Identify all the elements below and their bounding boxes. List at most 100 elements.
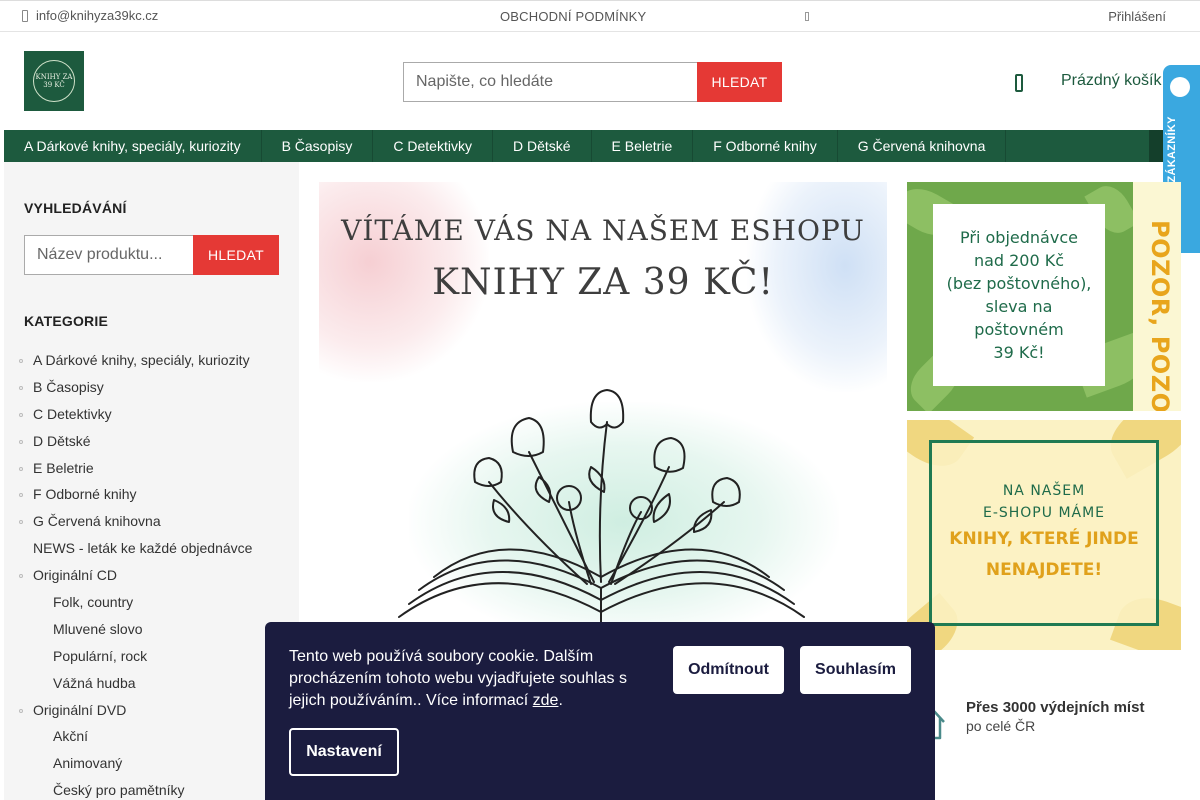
category-item[interactable]: Originální CD [4, 562, 299, 589]
categories-heading: KATEGORIE [24, 313, 108, 329]
category-item[interactable]: Folk, country [4, 589, 299, 616]
cookie-decline-button[interactable]: Odmítnout [673, 646, 784, 694]
search-button[interactable]: HLEDAT [697, 62, 782, 102]
product-search-button[interactable]: HLEDAT [193, 235, 279, 275]
terms-link[interactable]: OBCHODNÍ PODMÍNKY [500, 9, 646, 24]
cart-link[interactable]: Prázdný košík [1061, 72, 1161, 90]
category-bullet-icon [19, 574, 23, 579]
category-item[interactable]: C Detektivky [4, 401, 299, 428]
unique-books-frame: NA NAŠEM E-SHOPU MÁME KNIHY, KTERÉ JINDE… [929, 440, 1159, 626]
category-item[interactable]: NEWS - leták ke každé objednávce [4, 535, 299, 562]
category-label: A Dárkové knihy, speciály, kuriozity [33, 352, 250, 368]
category-item[interactable]: Mluvené slovo [4, 616, 299, 643]
logo-emblem: KNIHY ZA 39 KČ [33, 60, 75, 102]
cookie-consent-bar: Tento web používá soubory cookie. Dalším… [265, 622, 935, 800]
category-item[interactable]: Originální DVD [4, 697, 299, 724]
category-label: G Červená knihovna [33, 513, 161, 530]
cookie-message: Tento web používá soubory cookie. Dalším… [289, 646, 649, 712]
discount-line-4: sleva na [985, 297, 1053, 316]
main-nav: A Dárkové knihy, speciály, kuriozity B Č… [4, 130, 1163, 162]
category-list: A Dárkové knihy, speciály, kuriozity B Ča… [4, 347, 299, 800]
phone-icon [805, 12, 809, 21]
discount-line-5: poštovném [974, 320, 1064, 339]
discount-line-3: (bez poštovného), [946, 274, 1092, 293]
nav-item-nonfiction[interactable]: F Odborné knihy [693, 130, 838, 162]
category-label: Folk, country [53, 594, 134, 611]
category-bullet-icon [19, 493, 23, 498]
category-label: E Beletrie [33, 459, 94, 476]
category-bullet-icon [19, 520, 23, 525]
unique-line-4: NENAJDETE! [985, 560, 1103, 580]
category-label: Akční [53, 728, 89, 745]
category-item[interactable]: B Časopisy [4, 374, 299, 401]
shipping-discount-text: Při objednávce nad 200 Kč (bez poštovnéh… [947, 226, 1092, 364]
nav-item-detective[interactable]: C Detektivky [373, 130, 493, 162]
discount-line-6: 39 Kč! [993, 343, 1045, 362]
shipping-discount-banner[interactable]: Při objednávce nad 200 Kč (bez poštovnéh… [907, 182, 1181, 411]
category-bullet-icon [19, 708, 23, 713]
category-label: C Detektivky [33, 405, 112, 422]
category-item[interactable]: G Červená knihovna [4, 508, 299, 535]
unique-line-3: KNIHY, KTERÉ JINDE [949, 529, 1139, 549]
hero-banner[interactable]: VÍTÁME VÁS NA NAŠEM ESHOPU KNIHY ZA 39 K… [319, 182, 887, 632]
cookie-text: Tento web používá soubory cookie. Dalším… [289, 648, 627, 709]
cookie-accept-button[interactable]: Souhlasím [800, 646, 911, 694]
shipping-discount-card: Při objednávce nad 200 Kč (bez poštovnéh… [933, 204, 1105, 386]
cart-icon[interactable] [1015, 74, 1023, 92]
contact-email[interactable]: info@knihyza39kc.cz [22, 8, 158, 23]
category-item[interactable]: Akční [4, 723, 299, 750]
category-bullet-icon [19, 412, 23, 417]
nav-more[interactable] [1149, 130, 1163, 162]
category-label: Originální CD [33, 567, 118, 584]
category-label: NEWS - leták ke každé objednávce [33, 540, 253, 557]
category-item[interactable]: D Dětské [4, 428, 299, 455]
sidebar-search: HLEDAT [24, 235, 279, 275]
attention-vertical-text: POZOR, POZOR! [1146, 220, 1174, 411]
category-item[interactable]: E Beletrie [4, 455, 299, 482]
unique-books-banner[interactable]: NA NAŠEM E-SHOPU MÁME KNIHY, KTERÉ JINDE… [907, 420, 1181, 650]
unique-line-2: E-SHOPU MÁME [982, 505, 1106, 521]
sidebar: VYHLEDÁVÁNÍ HLEDAT KATEGORIE A Dárkové k… [4, 162, 299, 800]
category-item[interactable]: F Odborné knihy [4, 481, 299, 508]
sidebar-search-heading: VYHLEDÁVÁNÍ [24, 200, 127, 216]
mail-icon [22, 9, 28, 22]
hero-welcome-text: VÍTÁME VÁS NA NAŠEM ESHOPU [341, 214, 865, 247]
category-label: Český pro pamětníky [53, 782, 185, 799]
nav-item-magazines[interactable]: B Časopisy [262, 130, 374, 162]
category-label: Animovaný [53, 755, 123, 772]
category-item[interactable]: A Dárkové knihy, speciály, kuriozity [4, 347, 299, 374]
nav-item-gifts[interactable]: A Dárkové knihy, speciály, kuriozity [4, 130, 262, 162]
category-label: Originální DVD [33, 701, 127, 718]
nav-item-children[interactable]: D Dětské [493, 130, 592, 162]
site-logo[interactable]: KNIHY ZA 39 KČ [24, 51, 84, 111]
cookie-more-info-link[interactable]: zde [533, 692, 559, 709]
unique-line-1: NA NAŠEM [1002, 483, 1086, 499]
product-search-input[interactable] [24, 235, 193, 275]
discount-line-2: nad 200 Kč [973, 251, 1065, 270]
pickup-subtitle: po celé ČR [966, 718, 1036, 734]
category-item[interactable]: Vážná hudba [4, 670, 299, 697]
nav-item-fiction[interactable]: E Beletrie [592, 130, 694, 162]
top-bar: info@knihyza39kc.cz OBCHODNÍ PODMÍNKY Př… [0, 0, 1200, 32]
category-bullet-icon [19, 385, 23, 390]
category-item[interactable]: Animovaný [4, 750, 299, 777]
verified-icon [1170, 77, 1190, 97]
category-label: B Časopisy [33, 378, 104, 395]
cookie-settings-button[interactable]: Nastavení [289, 728, 399, 776]
open-book-flowers-illustration [398, 389, 805, 623]
nav-item-romance[interactable]: G Červená knihovna [838, 130, 1007, 162]
category-label: D Dětské [33, 432, 91, 449]
category-label: Mluvené slovo [53, 620, 143, 637]
category-label: Populární, rock [53, 647, 148, 664]
contact-email-text: info@knihyza39kc.cz [36, 8, 159, 23]
category-item[interactable]: Český pro pamětníky [4, 777, 299, 800]
login-link[interactable]: Přihlášení [1108, 9, 1166, 24]
hero-shop-name: KNIHY ZA 39 KČ! [432, 262, 774, 303]
category-label: Vážná hudba [53, 674, 136, 691]
header-search: HLEDAT [403, 62, 782, 102]
category-label: F Odborné knihy [33, 486, 137, 503]
search-input[interactable] [403, 62, 697, 102]
discount-line-1: Při objednávce [960, 228, 1078, 247]
pickup-title: Přes 3000 výdejních míst [966, 699, 1145, 716]
category-item[interactable]: Populární, rock [4, 643, 299, 670]
